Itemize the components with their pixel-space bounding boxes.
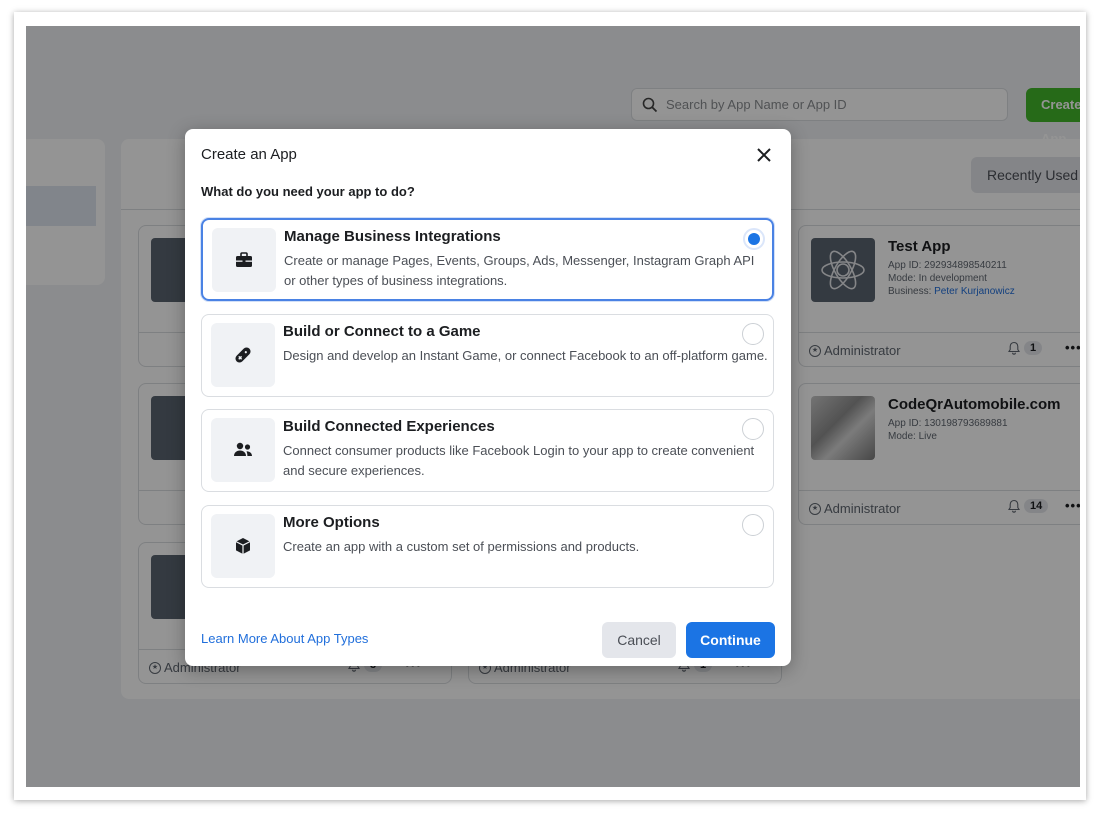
option-title: More Options xyxy=(283,514,380,531)
option-description: Create or manage Pages, Events, Groups, … xyxy=(284,253,755,288)
option-radio[interactable] xyxy=(742,323,764,345)
close-icon[interactable] xyxy=(752,143,776,167)
dialog-title: Create an App xyxy=(201,146,297,163)
cube-icon xyxy=(235,538,251,554)
option-icon-box xyxy=(211,323,275,387)
option-description: Create an app with a custom set of permi… xyxy=(283,539,640,554)
option-more-options[interactable]: More Options Create an app with a custom… xyxy=(201,505,774,588)
create-app-dialog: Create an App What do you need your app … xyxy=(185,129,791,666)
app-dashboard: Search by App Name or App ID Create App … xyxy=(26,26,1080,787)
dialog-question: What do you need your app to do? xyxy=(201,184,415,199)
continue-button[interactable]: Continue xyxy=(686,622,775,658)
option-description: Connect consumer products like Facebook … xyxy=(283,443,755,478)
option-manage-business-integrations[interactable]: Manage Business Integrations Create or m… xyxy=(201,218,774,301)
learn-more-link[interactable]: Learn More About App Types xyxy=(201,631,368,646)
option-icon-box xyxy=(211,514,275,578)
briefcase-icon xyxy=(236,252,252,267)
option-icon-box xyxy=(212,228,276,292)
option-build-connected-experiences[interactable]: Build Connected Experiences Connect cons… xyxy=(201,409,774,492)
option-radio[interactable] xyxy=(742,514,764,536)
screenshot-frame: Search by App Name or App ID Create App … xyxy=(14,12,1086,800)
option-radio[interactable] xyxy=(743,228,765,250)
game-controller-icon xyxy=(235,347,251,363)
option-title: Build Connected Experiences xyxy=(283,418,495,435)
option-title: Build or Connect to a Game xyxy=(283,323,481,340)
option-title: Manage Business Integrations xyxy=(284,228,501,245)
option-radio[interactable] xyxy=(742,418,764,440)
option-build-or-connect-game[interactable]: Build or Connect to a Game Design and de… xyxy=(201,314,774,397)
people-icon xyxy=(234,442,252,456)
option-icon-box xyxy=(211,418,275,482)
option-description: Design and develop an Instant Game, or c… xyxy=(283,348,768,363)
cancel-button[interactable]: Cancel xyxy=(602,622,676,658)
